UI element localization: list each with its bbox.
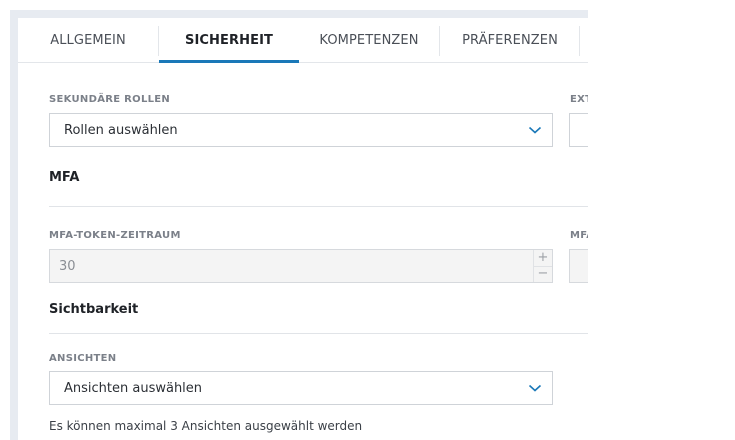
mfa-right-field-label: MFA — [570, 230, 588, 241]
views-label: ANSICHTEN — [49, 353, 117, 364]
mfa-token-period-stepper: + − — [533, 250, 552, 282]
ext-field-label: EXT — [570, 94, 588, 105]
chevron-down-icon — [528, 126, 542, 134]
mfa-token-period-input: 30 + − — [49, 249, 553, 283]
settings-panel: ALLGEMEIN SICHERHEIT KOMPETENZEN PRÄFERE… — [18, 18, 588, 440]
tab-separator — [579, 26, 580, 56]
secondary-roles-value: Rollen auswählen — [64, 123, 178, 138]
views-select[interactable]: Ansichten auswählen — [49, 371, 553, 405]
tab-kompetenzen[interactable]: KOMPETENZEN — [299, 18, 439, 62]
tab-praeferenzen[interactable]: PRÄFERENZEN — [440, 18, 580, 62]
chevron-down-icon — [528, 384, 542, 392]
tab-bar: ALLGEMEIN SICHERHEIT KOMPETENZEN PRÄFERE… — [18, 18, 588, 63]
secondary-roles-label: SEKUNDÄRE ROLLEN — [49, 94, 171, 105]
tab-sicherheit[interactable]: SICHERHEIT — [159, 18, 299, 63]
tab-allgemein[interactable]: ALLGEMEIN — [18, 18, 158, 62]
screen: ALLGEMEIN SICHERHEIT KOMPETENZEN PRÄFERE… — [0, 0, 735, 440]
content-frame: ALLGEMEIN SICHERHEIT KOMPETENZEN PRÄFERE… — [10, 10, 588, 440]
mfa-section-title: MFA — [49, 170, 80, 185]
section-divider — [49, 333, 588, 334]
mfa-token-period-value: 30 — [59, 259, 76, 274]
minus-icon: − — [537, 266, 549, 281]
mfa-right-field-input — [569, 249, 588, 283]
secondary-roles-select[interactable]: Rollen auswählen — [49, 113, 553, 147]
ext-field-input[interactable] — [569, 113, 588, 147]
views-help-text: Es können maximal 3 Ansichten ausgewählt… — [49, 419, 363, 433]
section-divider — [49, 206, 588, 207]
mfa-token-period-label: MFA-TOKEN-ZEITRAUM — [49, 230, 181, 241]
views-value: Ansichten auswählen — [64, 381, 203, 396]
visibility-section-title: Sichtbarkeit — [49, 302, 139, 317]
plus-icon: + — [534, 250, 552, 267]
